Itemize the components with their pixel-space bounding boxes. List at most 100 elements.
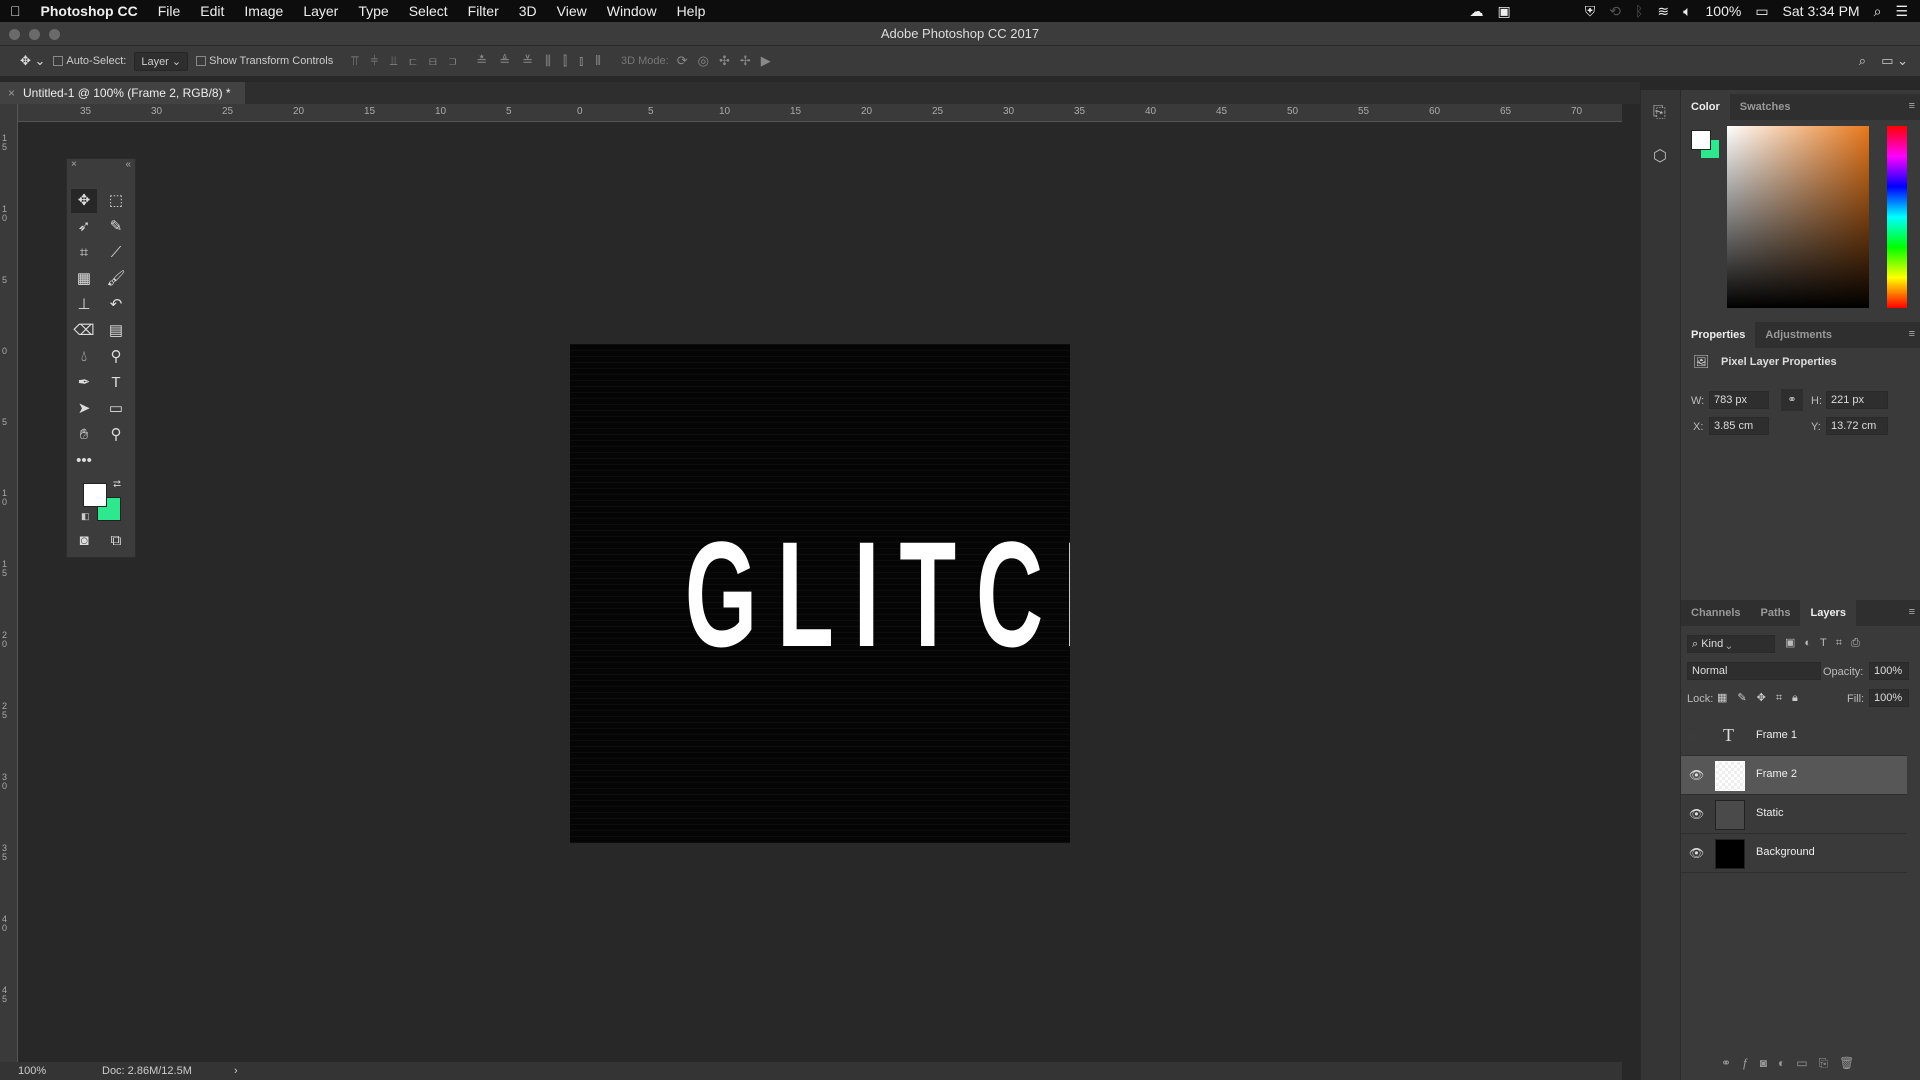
collapse-icon[interactable]: « [125, 159, 131, 170]
layers-footer-buttons[interactable]: ⚭ƒ◙◐▭⎘🗑︎ [1721, 1056, 1865, 1071]
distribute-buttons-icon[interactable]: ≛≜≚⫼⫿⫾⦀ [476, 53, 613, 69]
path-selection-tool-icon[interactable]: ➤ [71, 397, 97, 421]
quick-selection-tool-icon[interactable]: ✎ [103, 215, 129, 239]
time-machine-icon[interactable]: ⟲ [1609, 3, 1621, 20]
wifi-icon[interactable]: ≋ [1657, 3, 1669, 20]
volume-icon[interactable]: 🔈︎ [1683, 3, 1691, 20]
menu-image[interactable]: Image [234, 3, 293, 19]
workspace-icon[interactable]: ▭ ⌄ [1881, 53, 1908, 69]
auto-select-checkbox[interactable]: Auto-Select: [53, 55, 126, 67]
tab-channels[interactable]: Channels [1681, 600, 1751, 626]
swap-colors-icon[interactable]: ⮂ [113, 479, 121, 490]
tab-properties[interactable]: Properties [1681, 322, 1756, 348]
rectangle-tool-icon[interactable]: ▭ [103, 397, 129, 421]
3d-mode-icons[interactable]: ⟳◎✣✢▶ [677, 53, 781, 69]
foreground-color-swatch[interactable] [83, 483, 107, 507]
move-tool-icon[interactable]: ✥ [71, 189, 97, 213]
more-tools-icon[interactable]: ••• [71, 449, 97, 473]
menu-file[interactable]: File [148, 3, 191, 19]
gradient-tool-icon[interactable]: ▤ [103, 319, 129, 343]
eyedropper-tool-icon[interactable]: ⟋ [103, 241, 129, 265]
eye-icon[interactable]: 👁︎ [1689, 768, 1704, 782]
search-icon[interactable]: ⌕ [1859, 53, 1866, 69]
menu-window[interactable]: Window [597, 3, 667, 19]
brush-tool-icon[interactable]: 🖌︎ [103, 267, 129, 291]
dodge-tool-icon[interactable]: ⚲ [103, 345, 129, 369]
menu-view[interactable]: View [547, 3, 597, 19]
move-tool-preset-icon[interactable]: ✥ ⌄ [20, 53, 45, 69]
default-colors-icon[interactable]: ◧ [81, 511, 90, 522]
tab-layers[interactable]: Layers [1800, 600, 1856, 626]
spotlight-icon[interactable]: ⌕ [1874, 3, 1882, 20]
clone-stamp-tool-icon[interactable]: ⊥ [71, 293, 97, 317]
show-transform-checkbox[interactable]: Show Transform Controls [196, 55, 333, 67]
eye-icon[interactable]: 👁︎ [1689, 846, 1704, 860]
battery-icon[interactable]: ▭ [1755, 3, 1768, 20]
layer-filter-dropdown[interactable]: ⌕ Kind ⌄ [1687, 635, 1775, 653]
history-brush-tool-icon[interactable]: ↶ [103, 293, 129, 317]
zoom-window-button[interactable] [49, 29, 60, 40]
menu-edit[interactable]: Edit [190, 3, 234, 19]
shield-icon[interactable]: ⛨ [1585, 3, 1596, 20]
fill-field[interactable]: 100% [1869, 689, 1909, 707]
lasso-tool-icon[interactable]: ➶ [71, 215, 97, 239]
history-panel-icon[interactable]: ⎘ [1653, 104, 1666, 122]
tab-swatches[interactable]: Swatches [1730, 94, 1801, 120]
blur-tool-icon[interactable]: 💧︎ [71, 345, 97, 369]
color-saturation-field[interactable] [1727, 126, 1869, 308]
hue-slider[interactable] [1887, 126, 1907, 308]
panel-menu-icon[interactable]: ≡ [1909, 328, 1915, 340]
menu-select[interactable]: Select [399, 3, 458, 19]
visibility-toggle-off[interactable]: ◌ [1689, 729, 1696, 743]
close-window-button[interactable] [9, 29, 20, 40]
close-tab-icon[interactable]: × [8, 86, 15, 100]
zoom-level[interactable]: 100% [18, 1062, 46, 1080]
marquee-tool-icon[interactable]: ⬚ [103, 189, 129, 213]
zoom-tool-icon[interactable]: ⚲ [103, 423, 129, 447]
panel-menu-icon[interactable]: ≡ [1909, 100, 1915, 112]
menu-help[interactable]: Help [667, 3, 716, 19]
document-canvas[interactable]: GLITCH [570, 344, 1070, 843]
tab-paths[interactable]: Paths [1751, 600, 1801, 626]
minimize-window-button[interactable] [29, 29, 40, 40]
layer-row-static[interactable]: 👁︎ Static [1681, 795, 1907, 834]
pen-tool-icon[interactable]: ✒ [71, 371, 97, 395]
layer-row-frame-1[interactable]: ◌ T Frame 1 [1681, 717, 1907, 756]
menu-layer[interactable]: Layer [293, 3, 348, 19]
close-panel-icon[interactable]: × [71, 159, 77, 170]
screen-mode-icon[interactable]: ⧉ [103, 529, 129, 553]
clock[interactable]: Sat 3:34 PM [1783, 3, 1860, 19]
link-dimensions-icon[interactable]: ⚭ [1781, 389, 1803, 411]
y-field[interactable]: 13.72 cm [1826, 417, 1888, 435]
color-foreground-swatch[interactable] [1691, 130, 1711, 150]
document-tab[interactable]: × Untitled-1 @ 100% (Frame 2, RGB/8) * [0, 82, 245, 104]
tab-color[interactable]: Color [1681, 94, 1730, 120]
quick-mask-icon[interactable]: ◙ [71, 529, 97, 553]
opacity-field[interactable]: 100% [1869, 662, 1909, 680]
panel-menu-icon[interactable]: ≡ [1909, 606, 1915, 618]
layer-row-frame-2[interactable]: 👁︎ Frame 2 [1681, 756, 1907, 795]
type-tool-icon[interactable]: T [103, 371, 129, 395]
hand-tool-icon[interactable]: ✋︎ [71, 423, 97, 447]
healing-brush-tool-icon[interactable]: ▦ [71, 267, 97, 291]
status-menu-arrow[interactable]: › [234, 1062, 238, 1080]
eye-icon[interactable]: 👁︎ [1689, 807, 1704, 821]
eraser-tool-icon[interactable]: ⌫ [71, 319, 97, 343]
menu-3d[interactable]: 3D [509, 3, 547, 19]
layer-row-background[interactable]: 👁︎ Background [1681, 834, 1907, 873]
creative-cloud-icon[interactable]: ☁ [1469, 3, 1483, 20]
3d-panel-icon[interactable]: ⬡ [1653, 146, 1667, 166]
auto-select-dropdown[interactable]: Layer ⌄ [134, 51, 189, 71]
tab-adjustments[interactable]: Adjustments [1755, 322, 1842, 348]
menu-type[interactable]: Type [348, 3, 398, 19]
crop-tool-icon[interactable]: ⌗ [71, 241, 97, 265]
apple-icon[interactable]:  [0, 3, 31, 19]
menu-app-name[interactable]: Photoshop CC [31, 3, 148, 19]
layer-filter-icons[interactable]: ▣◐T⌗⎙ [1785, 636, 1869, 650]
height-field[interactable]: 221 px [1826, 391, 1888, 409]
bluetooth-icon[interactable]: ᛒ [1635, 3, 1643, 19]
notification-icon[interactable]: ☰ [1895, 3, 1908, 20]
screen-record-icon[interactable]: ▣ [1497, 3, 1510, 20]
lock-icons[interactable]: ▦✎✥⌗🔒︎ [1717, 691, 1808, 705]
align-buttons-icon[interactable]: ⫪⫩⫫⊏⊟⊐ [351, 53, 468, 69]
